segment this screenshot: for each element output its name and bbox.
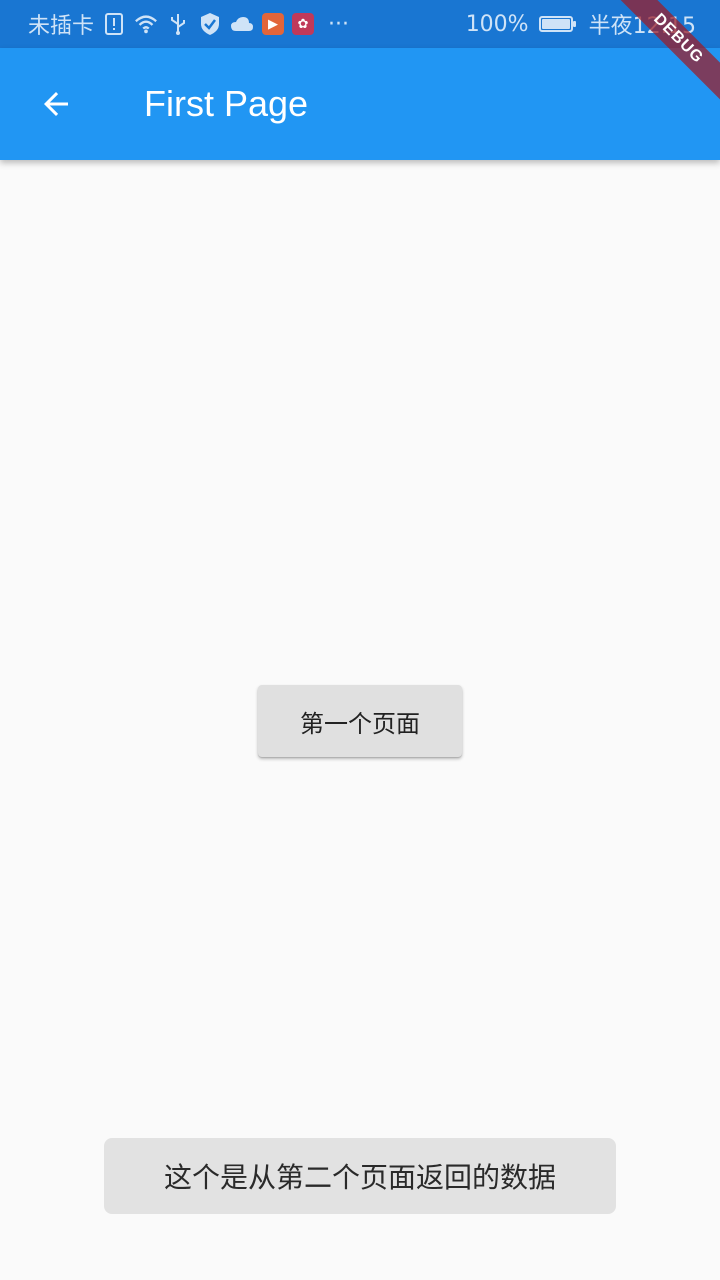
arrow-back-icon [44,92,68,116]
back-button[interactable] [0,48,112,160]
video-app-icon: ▶ [262,13,285,35]
app-bar: First Page [0,48,720,160]
usb-icon [166,12,190,36]
cloud-icon [230,12,254,36]
status-bar: 未插卡 ▶ ✿ ··· 100% 半夜12:15 [0,0,720,48]
shield-check-icon [198,12,222,36]
page-title: First Page [144,83,309,124]
clock: 半夜12:15 [588,14,696,39]
battery-level [541,19,570,29]
lotus-app-icon: ✿ [292,13,315,35]
toast-message: 这个是从第二个页面返回的数据 [163,1161,556,1194]
status-right: 100% 半夜12:15 [466,8,720,40]
carrier-label: 未插卡 [28,14,95,39]
toast: 这个是从第二个页面返回的数据 [104,1138,616,1214]
more-notifications: ··· [328,11,349,37]
status-left: 未插卡 ▶ ✿ ··· [0,8,349,40]
first-page-button[interactable]: 第一个页面 [258,685,462,757]
wifi-icon [134,12,158,36]
battery-percent: 100% [465,11,529,37]
battery-charging-icon [538,16,576,32]
screen: 未插卡 ▶ ✿ ··· 100% 半夜12:15 DEBUG First Pag… [0,0,720,1280]
sim-alert-icon [102,12,126,36]
